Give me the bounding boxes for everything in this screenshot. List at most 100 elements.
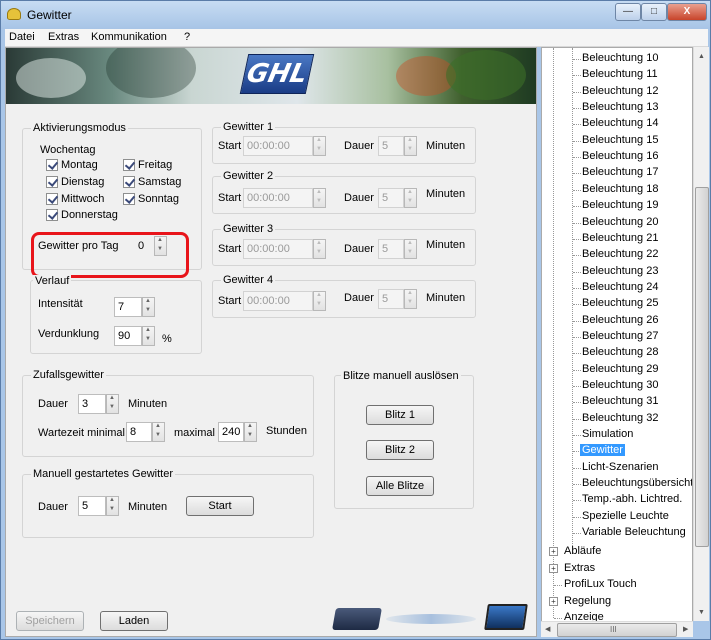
gewitter-2-dauer-input[interactable]: 5 xyxy=(378,188,404,208)
gewitter-3-start-spinner[interactable] xyxy=(313,239,326,259)
gewitter-3-dauer-spinner[interactable] xyxy=(404,239,417,259)
speichern-button[interactable]: Speichern xyxy=(16,611,84,631)
menu-help[interactable]: ? xyxy=(184,31,190,43)
gewitter-4-start-input[interactable]: 00:00:00 xyxy=(243,291,313,311)
wartezeit-max-input[interactable]: 240 xyxy=(218,422,244,442)
title-bar[interactable]: Gewitter — □ X xyxy=(1,1,710,29)
checkbox-mittwoch[interactable] xyxy=(46,193,58,205)
manuell-dauer-spinner[interactable] xyxy=(106,496,119,516)
intensitaet-spinner[interactable] xyxy=(142,297,155,317)
menu-datei[interactable]: Datei xyxy=(9,31,35,43)
tree-item[interactable]: Beleuchtung 22 xyxy=(582,248,658,260)
scroll-down-icon[interactable]: ▼ xyxy=(698,609,705,616)
tree-item[interactable]: Gewitter xyxy=(580,444,625,457)
tree-item[interactable]: Beleuchtung 13 xyxy=(582,101,658,113)
tree-item[interactable]: Beleuchtung 19 xyxy=(582,199,658,211)
maximize-button[interactable]: □ xyxy=(641,3,667,21)
verdunklung-spinner[interactable] xyxy=(142,326,155,346)
gewitter-3-start-input[interactable]: 00:00:00 xyxy=(243,239,313,259)
gewitter-4-dauer-input[interactable]: 5 xyxy=(378,289,404,309)
tree-item[interactable]: Beleuchtung 26 xyxy=(582,314,658,326)
tree-item[interactable]: Temp.-abh. Lichtred. xyxy=(582,493,682,505)
tree-connector xyxy=(573,402,581,404)
close-button[interactable]: X xyxy=(667,3,707,21)
tree-item[interactable]: Beleuchtung 20 xyxy=(582,216,658,228)
gewitter-2-start-spinner[interactable] xyxy=(313,188,326,208)
tree-item[interactable]: Beleuchtungsübersicht xyxy=(582,477,692,489)
tree-item[interactable]: Beleuchtung 11 xyxy=(582,68,658,80)
wartezeit-max-spinner[interactable] xyxy=(244,422,257,442)
gewitter-1-dauer-spinner[interactable] xyxy=(404,136,417,156)
tree-item[interactable]: Beleuchtung 28 xyxy=(582,346,658,358)
gewitter-1-dauer-input[interactable]: 5 xyxy=(378,136,404,156)
horizontal-scroll-thumb[interactable]: III xyxy=(557,623,677,637)
tree-vertical-scrollbar[interactable]: ▲ ▼ xyxy=(693,47,709,621)
tree-item[interactable]: Beleuchtung 16 xyxy=(582,150,658,162)
tree-item[interactable]: Beleuchtung 10 xyxy=(582,52,658,64)
tree-item[interactable]: Beleuchtung 14 xyxy=(582,117,658,129)
tree-item[interactable]: Beleuchtung 27 xyxy=(582,330,658,342)
gewitter-4-start-spinner[interactable] xyxy=(313,291,326,311)
expand-icon[interactable]: + xyxy=(549,563,558,573)
gewitter-2-dauer-spinner[interactable] xyxy=(404,188,417,208)
wartezeit-min-input[interactable]: 8 xyxy=(126,422,152,442)
vertical-scroll-thumb[interactable] xyxy=(695,187,709,547)
tree-connector xyxy=(573,271,581,273)
label-montag: Montag xyxy=(61,159,98,171)
checkbox-montag[interactable] xyxy=(46,159,58,171)
tree-item[interactable]: Beleuchtung 17 xyxy=(582,166,658,178)
blitz-1-button[interactable]: Blitz 1 xyxy=(366,405,434,425)
checkbox-donnerstag[interactable] xyxy=(46,209,58,221)
menu-kommunikation[interactable]: Kommunikation xyxy=(91,31,167,43)
gewitter-1-start-spinner[interactable] xyxy=(313,136,326,156)
checkbox-dienstag[interactable] xyxy=(46,176,58,188)
tree-item[interactable]: Beleuchtung 15 xyxy=(582,134,658,146)
tree-connector xyxy=(573,157,581,159)
alle-blitze-button[interactable]: Alle Blitze xyxy=(366,476,434,496)
tree-item[interactable]: Variable Beleuchtung xyxy=(582,526,686,538)
blitz-2-button[interactable]: Blitz 2 xyxy=(366,440,434,460)
checkbox-freitag[interactable] xyxy=(123,159,135,171)
tree-item[interactable]: Beleuchtung 23 xyxy=(582,265,658,277)
minimize-button[interactable]: — xyxy=(615,3,641,21)
zufall-dauer-spinner[interactable] xyxy=(106,394,119,414)
wartezeit-min-spinner[interactable] xyxy=(152,422,165,442)
tree-item[interactable]: Beleuchtung 31 xyxy=(582,395,658,407)
gewitter-1-start-input[interactable]: 00:00:00 xyxy=(243,136,313,156)
zufall-dauer-input[interactable]: 3 xyxy=(78,394,106,414)
intensitaet-input[interactable]: 7 xyxy=(114,297,142,317)
tree-top-item[interactable]: Regelung xyxy=(564,595,611,607)
verdunklung-input[interactable]: 90 xyxy=(114,326,142,346)
tree-item[interactable]: Beleuchtung 12 xyxy=(582,85,658,97)
gewitter-2-start-input[interactable]: 00:00:00 xyxy=(243,188,313,208)
tree-item[interactable]: Beleuchtung 25 xyxy=(582,297,658,309)
scroll-right-icon[interactable]: ▶ xyxy=(683,625,688,633)
tree-item[interactable]: Beleuchtung 30 xyxy=(582,379,658,391)
expand-icon[interactable]: + xyxy=(549,596,558,606)
tree-item[interactable]: Licht-Szenarien xyxy=(582,461,658,473)
checkbox-sonntag[interactable] xyxy=(123,193,135,205)
gewitter-4-dauer-spinner[interactable] xyxy=(404,289,417,309)
menu-extras[interactable]: Extras xyxy=(48,31,79,43)
tree-top-item[interactable]: Extras xyxy=(564,562,595,574)
tree-top-item[interactable]: ProfiLux Touch xyxy=(564,578,637,590)
scroll-up-icon[interactable]: ▲ xyxy=(698,53,705,60)
tree-horizontal-scrollbar[interactable]: ◀ III ▶ xyxy=(541,621,693,637)
tree-item[interactable]: Beleuchtung 29 xyxy=(582,363,658,375)
tree-item[interactable]: Spezielle Leuchte xyxy=(582,510,669,522)
tree-item[interactable]: Beleuchtung 18 xyxy=(582,183,658,195)
tree-top-item[interactable]: Abläufe xyxy=(564,545,601,557)
manuell-dauer-input[interactable]: 5 xyxy=(78,496,106,516)
tree-item[interactable]: Simulation xyxy=(582,428,633,440)
tree-item[interactable]: Beleuchtung 24 xyxy=(582,281,658,293)
manuell-start-button[interactable]: Start xyxy=(186,496,254,516)
checkbox-samstag[interactable] xyxy=(123,176,135,188)
laden-button[interactable]: Laden xyxy=(100,611,168,631)
expand-icon[interactable]: + xyxy=(549,547,558,556)
tree-item[interactable]: Beleuchtung 32 xyxy=(582,412,658,424)
tree-connector xyxy=(573,173,581,175)
gewitter-3-dauer-input[interactable]: 5 xyxy=(378,239,404,259)
highlight-annotation xyxy=(31,232,189,278)
tree-item[interactable]: Beleuchtung 21 xyxy=(582,232,658,244)
scroll-left-icon[interactable]: ◀ xyxy=(545,625,550,633)
